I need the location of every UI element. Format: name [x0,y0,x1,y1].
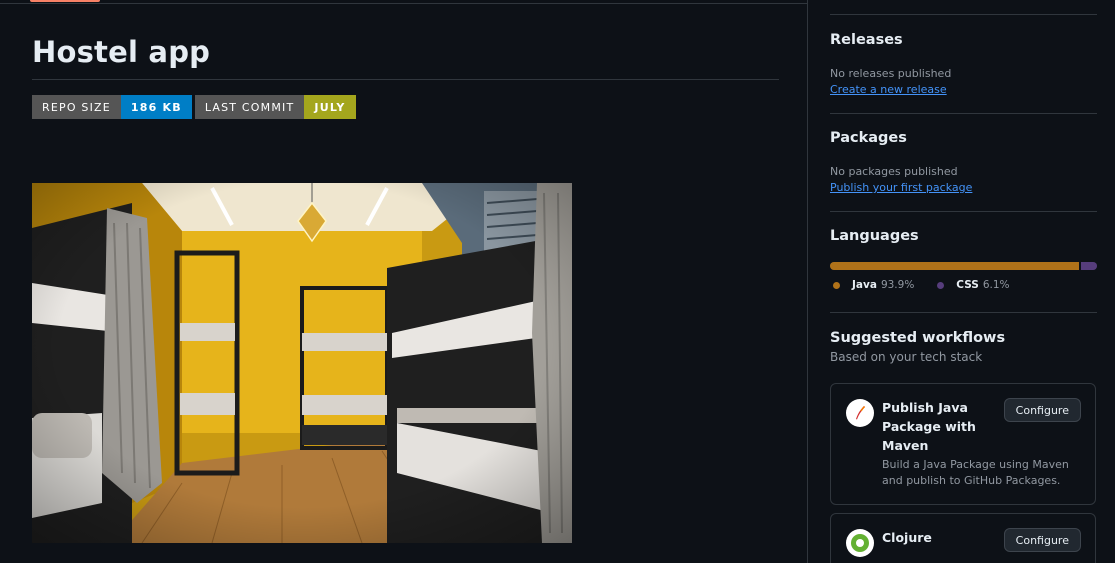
repo-size-badge[interactable]: REPO SIZE 186 KB [32,95,192,119]
sidebar-divider [830,312,1097,313]
title-divider [32,79,779,80]
language-percent: 6.1% [982,279,1010,291]
workflow-title[interactable]: Clojure [882,528,1000,547]
java-color-dot-icon [833,281,840,289]
repository-page: Hostel app REPO SIZE 186 KB LAST COMMIT … [0,0,1115,563]
create-release-link[interactable]: Create a new release [830,83,947,96]
workflow-card-clojure: Clojure Configure [830,513,1096,563]
sidebar-divider [830,211,1097,212]
sidebar-divider [830,113,1097,114]
packages-heading[interactable]: Packages [830,130,907,146]
css-color-dot-icon [937,281,945,289]
language-name: CSS [956,279,979,291]
hostel-room-image[interactable] [32,183,572,543]
last-commit-badge[interactable]: LAST COMMIT JULY [194,95,356,119]
language-item-css[interactable]: CSS 6.1% [934,279,1010,291]
badge-value: 186 KB [120,95,192,119]
badge-label: REPO SIZE [32,95,121,119]
clojure-logo-icon [846,529,874,557]
publish-package-link[interactable]: Publish your first package [830,181,972,194]
workflow-card-maven: Publish Java Package with Maven Build a … [830,383,1096,505]
workflow-title[interactable]: Publish Java Package with Maven [882,398,1000,455]
readme-tab-border [0,0,807,4]
hostel-room-illustration [32,183,572,543]
packages-empty-text: No packages published [830,165,958,178]
badge-row: REPO SIZE 186 KB LAST COMMIT JULY [32,95,356,119]
language-name: Java [852,279,877,291]
badge-label: LAST COMMIT [194,95,305,119]
workflow-description: Build a Java Package using Maven and pub… [882,458,1069,487]
languages-list: Java 93.9% CSS 6.1% [830,279,1010,291]
badge-value: JULY [304,95,356,119]
language-percent: 93.9% [880,279,915,291]
readme-tab-indicator [30,0,100,2]
readme-panel: Hostel app REPO SIZE 186 KB LAST COMMIT … [0,0,808,563]
language-bar-java[interactable] [830,262,1079,270]
languages-bar [830,262,1097,270]
workflows-heading: Suggested workflows [830,330,1006,346]
releases-heading[interactable]: Releases [830,32,903,48]
languages-heading: Languages [830,228,919,244]
language-item-java[interactable]: Java 93.9% [830,279,914,291]
language-bar-css[interactable] [1080,262,1097,270]
configure-button[interactable]: Configure [1003,528,1081,552]
readme-title: Hostel app [32,35,211,69]
sidebar-divider [830,14,1097,15]
releases-empty-text: No releases published [830,67,952,80]
configure-button[interactable]: Configure [1003,398,1081,422]
workflows-subheading: Based on your tech stack [830,350,983,364]
maven-feather-icon [846,399,874,427]
